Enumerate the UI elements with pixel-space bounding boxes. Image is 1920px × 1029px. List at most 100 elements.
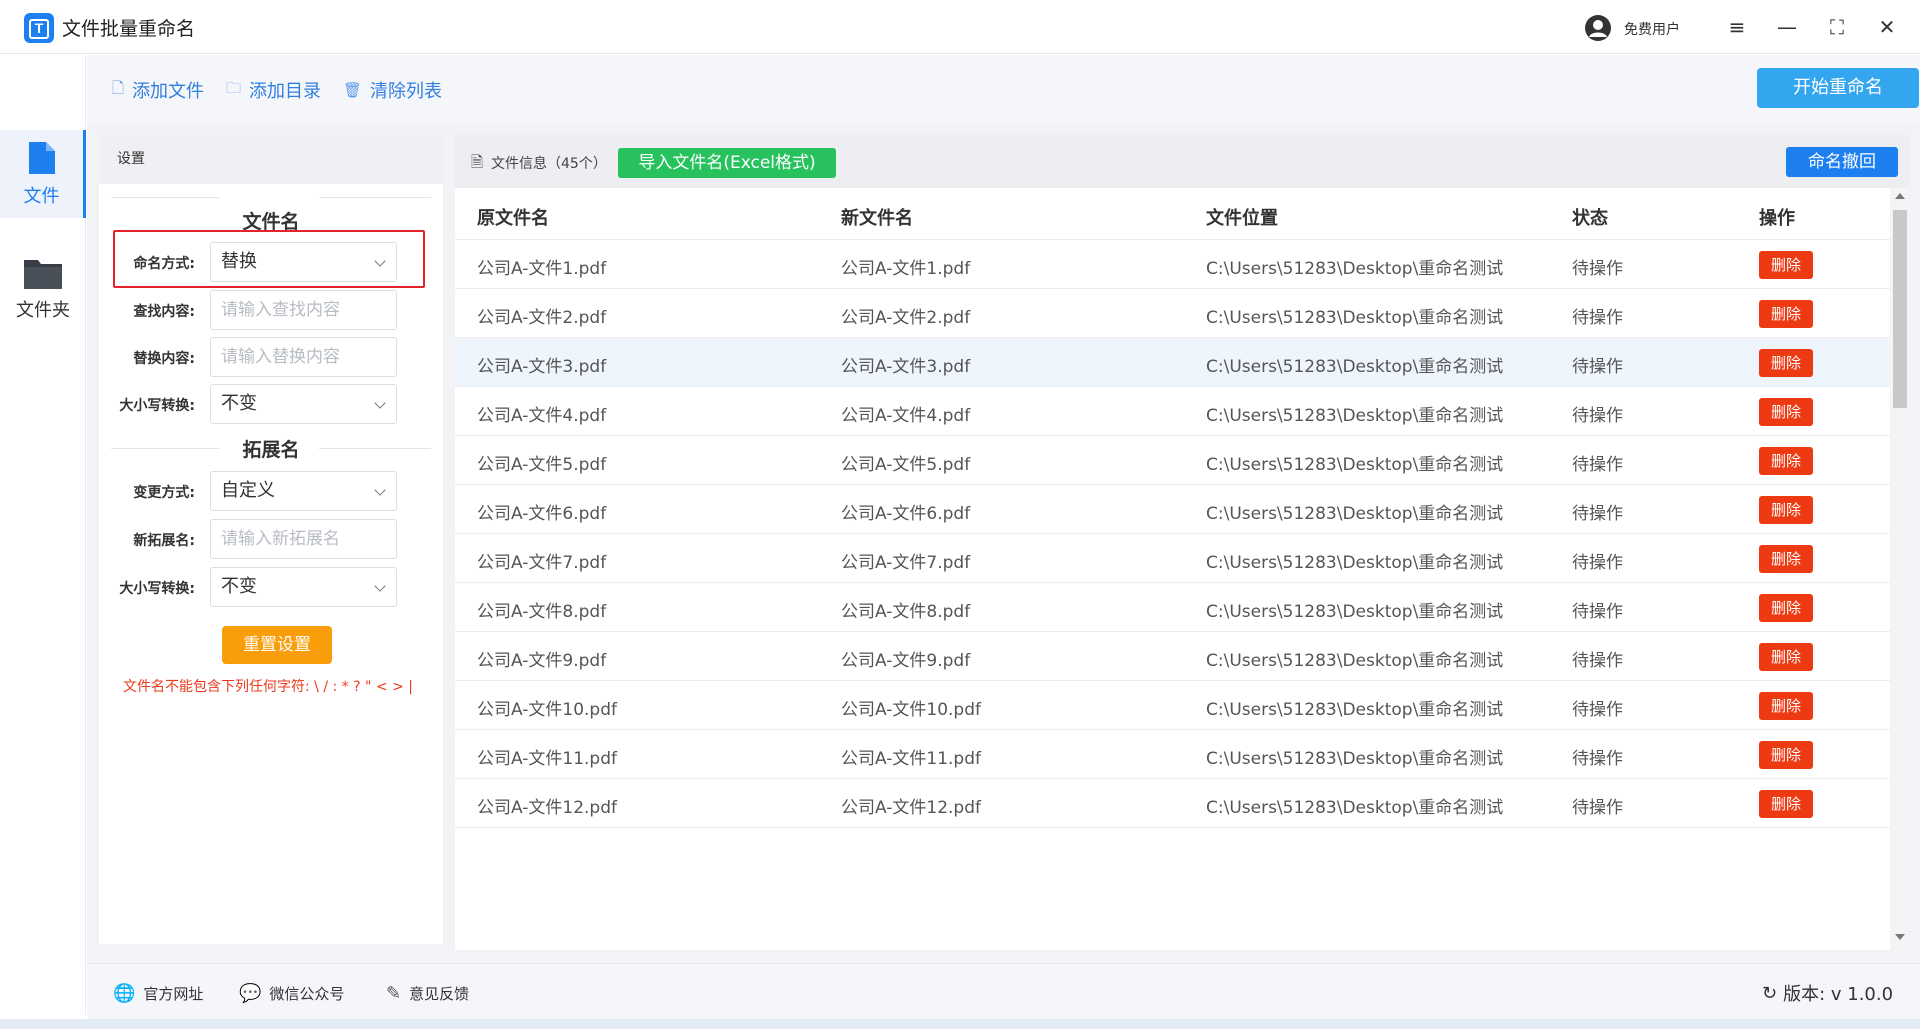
import-excel-button[interactable]: 导入文件名(Excel格式) (618, 148, 836, 178)
delete-button[interactable]: 删除 (1759, 741, 1813, 769)
clear-list-button[interactable]: 🗑 清除列表 (343, 77, 442, 103)
maximize-icon[interactable]: ⛶ (1822, 12, 1852, 42)
cell-status: 待操作 (1572, 553, 1623, 573)
find-input[interactable]: 请输入查找内容 (210, 290, 397, 330)
cell-new: 公司A-文件8.pdf (841, 602, 971, 622)
feedback-icon: ✎ (386, 983, 402, 1004)
delete-button[interactable]: 删除 (1759, 643, 1813, 671)
table-row[interactable]: 公司A-文件11.pdf 公司A-文件11.pdf C:\Users\51283\D… (455, 730, 1890, 779)
add-file-button[interactable]: 🗋 添加文件 (112, 77, 204, 103)
cell-status: 待操作 (1572, 406, 1623, 426)
table-row[interactable]: 公司A-文件5.pdf 公司A-文件5.pdf C:\Users\51283\Des… (455, 436, 1890, 485)
scrollbar-thumb[interactable] (1893, 210, 1907, 408)
version-label: 版本: v 1.0.0 (1783, 984, 1894, 1005)
close-icon[interactable]: ✕ (1872, 12, 1902, 42)
delete-button[interactable]: 删除 (1759, 545, 1813, 573)
ext-mode-select[interactable]: 自定义 (210, 471, 397, 511)
table-row[interactable]: 公司A-文件10.pdf 公司A-文件10.pdf C:\Users\51283\D… (455, 681, 1890, 730)
case-select[interactable]: 不变 (210, 384, 397, 424)
add-file-label: 添加文件 (132, 81, 205, 102)
cell-location: C:\Users\51283\Desktop\重命名测试 (1206, 602, 1504, 622)
website-label: 官方网址 (143, 985, 204, 1003)
replace-input[interactable]: 请输入替换内容 (210, 337, 397, 377)
cell-original: 公司A-文件2.pdf (477, 308, 607, 328)
feedback-label: 意见反馈 (409, 985, 470, 1003)
nav-label-file: 文件 (23, 186, 60, 207)
table-row[interactable]: 公司A-文件6.pdf 公司A-文件6.pdf C:\Users\51283\Des… (455, 485, 1890, 534)
cell-status: 待操作 (1572, 602, 1623, 622)
cell-status: 待操作 (1572, 749, 1623, 769)
table-row[interactable]: 公司A-文件12.pdf 公司A-文件12.pdf C:\Users\51283\D… (455, 779, 1890, 828)
cell-new: 公司A-文件2.pdf (841, 308, 971, 328)
col-original[interactable]: 原文件名 (477, 204, 549, 230)
table-row[interactable]: 公司A-文件9.pdf 公司A-文件9.pdf C:\Users\51283\Des… (455, 632, 1890, 681)
file-list-panel: 🗎 文件信息（45个） 导入文件名(Excel格式) 命名撤回 原文件名 新文件… (455, 135, 1910, 950)
naming-mode-highlight (113, 230, 425, 288)
trash-icon: 🗑 (343, 81, 363, 99)
version-info[interactable]: ↻ 版本: v 1.0.0 (1762, 980, 1893, 1006)
delete-button[interactable]: 删除 (1759, 594, 1813, 622)
scroll-up-icon[interactable] (1895, 193, 1905, 199)
folder-outline-icon: 🗀 (226, 78, 242, 97)
cell-status: 待操作 (1572, 455, 1623, 475)
cell-status: 待操作 (1572, 357, 1623, 377)
toolbar: 🗋 添加文件 🗀 添加目录 🗑 清除列表 (87, 55, 1920, 123)
start-rename-button[interactable]: 开始重命名 (1757, 68, 1919, 108)
ext-case-select[interactable]: 不变 (210, 567, 397, 607)
delete-button[interactable]: 删除 (1759, 447, 1813, 475)
delete-button[interactable]: 删除 (1759, 692, 1813, 720)
divider (111, 197, 219, 198)
table-row[interactable]: 公司A-文件2.pdf 公司A-文件2.pdf C:\Users\51283\Des… (455, 289, 1890, 338)
wechat-link[interactable]: 💬 微信公众号 (239, 983, 344, 1004)
cell-new: 公司A-文件7.pdf (841, 553, 971, 573)
user-avatar-icon[interactable] (1584, 14, 1612, 42)
new-ext-input[interactable]: 请输入新拓展名 (210, 519, 397, 559)
nav-item-file[interactable]: 文件 (0, 130, 86, 218)
cell-new: 公司A-文件5.pdf (841, 455, 971, 475)
minimize-icon[interactable]: — (1772, 12, 1802, 42)
table-row[interactable]: 公司A-文件4.pdf 公司A-文件4.pdf C:\Users\51283\Des… (455, 387, 1890, 436)
add-dir-label: 添加目录 (249, 81, 322, 102)
website-link[interactable]: 🌐 官方网址 (113, 983, 203, 1004)
undo-rename-button[interactable]: 命名撤回 (1786, 147, 1898, 177)
section-title-extension: 拓展名 (242, 439, 300, 461)
nav-item-folder[interactable]: 文件夹 (0, 245, 86, 333)
add-dir-button[interactable]: 🗀 添加目录 (226, 77, 321, 103)
cell-original: 公司A-文件9.pdf (477, 651, 607, 671)
col-action[interactable]: 操作 (1759, 204, 1795, 230)
delete-button[interactable]: 删除 (1759, 790, 1813, 818)
cell-location: C:\Users\51283\Desktop\重命名测试 (1206, 749, 1504, 769)
file-icon (28, 142, 55, 174)
delete-button[interactable]: 删除 (1759, 300, 1813, 328)
cell-original: 公司A-文件6.pdf (477, 504, 607, 524)
table-row[interactable]: 公司A-文件7.pdf 公司A-文件7.pdf C:\Users\51283\Des… (455, 534, 1890, 583)
feedback-link[interactable]: ✎ 意见反馈 (386, 983, 469, 1004)
cell-status: 待操作 (1572, 798, 1623, 818)
col-new[interactable]: 新文件名 (841, 204, 913, 230)
table-row[interactable]: 公司A-文件3.pdf 公司A-文件3.pdf C:\Users\51283\Des… (455, 338, 1890, 387)
reset-settings-button[interactable]: 重置设置 (222, 626, 332, 664)
left-nav: 文件 文件夹 (0, 55, 86, 1015)
footer: 🌐 官方网址 💬 微信公众号 ✎ 意见反馈 ↻ 版本: v 1.0.0 (87, 963, 1920, 1019)
cell-status: 待操作 (1572, 651, 1623, 671)
cell-new: 公司A-文件1.pdf (841, 259, 971, 279)
delete-button[interactable]: 删除 (1759, 496, 1813, 524)
ext-mode-label: 变更方式: (133, 485, 195, 501)
col-location[interactable]: 文件位置 (1206, 204, 1278, 230)
table-row[interactable]: 公司A-文件8.pdf 公司A-文件8.pdf C:\Users\51283\Des… (455, 583, 1890, 632)
cell-new: 公司A-文件3.pdf (841, 357, 971, 377)
delete-button[interactable]: 删除 (1759, 398, 1813, 426)
chevron-down-icon (374, 397, 386, 409)
cell-new: 公司A-文件6.pdf (841, 504, 971, 524)
user-label[interactable]: 免费用户 (1624, 19, 1680, 39)
col-status[interactable]: 状态 (1572, 204, 1608, 230)
table-row[interactable]: 公司A-文件1.pdf 公司A-文件1.pdf C:\Users\51283\Des… (455, 240, 1890, 289)
file-info-icon: 🗎 (471, 153, 484, 171)
invalid-chars-warning: 文件名不能包含下列任何字符: \ / : * ? " < > | (123, 679, 413, 695)
delete-button[interactable]: 删除 (1759, 251, 1813, 279)
case-value: 不变 (221, 393, 257, 414)
scroll-down-icon[interactable] (1895, 934, 1905, 940)
cell-status: 待操作 (1572, 700, 1623, 720)
menu-icon[interactable]: ≡ (1722, 12, 1752, 42)
delete-button[interactable]: 删除 (1759, 349, 1813, 377)
